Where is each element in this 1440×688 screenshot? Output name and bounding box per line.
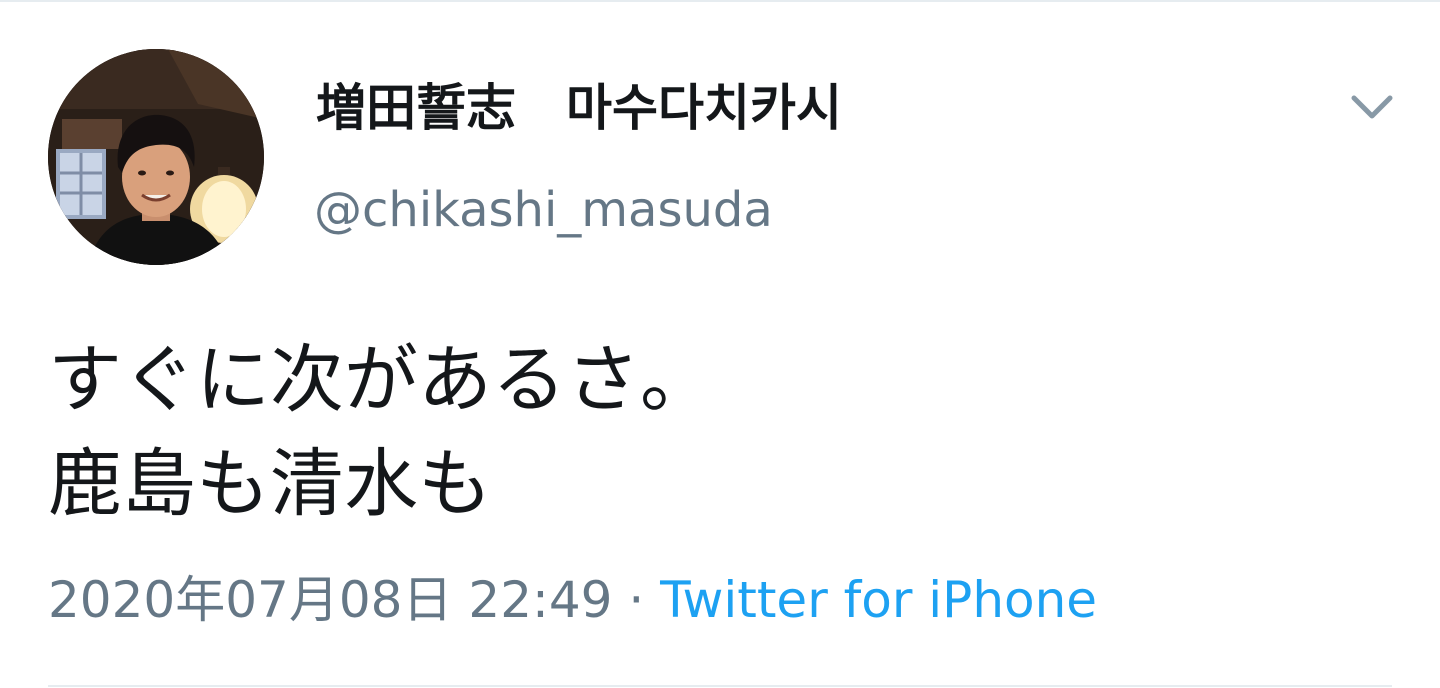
tweet-meta: 2020年07月08日 22:49 · Twitter for iPhone bbox=[48, 568, 1097, 632]
author-display-name[interactable]: 増田誓志 마수다치카시 bbox=[316, 76, 842, 140]
avatar[interactable] bbox=[48, 49, 264, 265]
bottom-divider bbox=[48, 685, 1392, 687]
author-handle[interactable]: @chikashi_masuda bbox=[314, 180, 773, 240]
tweet-card: 増田誓志 마수다치카시 @chikashi_masuda すぐに次があるさ。 鹿… bbox=[0, 0, 1440, 688]
tweet-text-line: 鹿島も清水も bbox=[48, 441, 492, 527]
tweet-text: すぐに次があるさ。 鹿島も清水も bbox=[48, 328, 714, 536]
tweet-timestamp[interactable]: 2020年07月08日 22:49 bbox=[48, 571, 612, 629]
avatar-photo bbox=[48, 49, 264, 265]
chevron-down-icon[interactable] bbox=[1346, 88, 1398, 128]
tweet-text-line: すぐに次があるさ。 bbox=[48, 337, 714, 423]
chevron-down-glyph bbox=[1351, 95, 1393, 119]
tweet-source-link[interactable]: Twitter for iPhone bbox=[660, 571, 1097, 629]
meta-separator: · bbox=[612, 571, 661, 629]
